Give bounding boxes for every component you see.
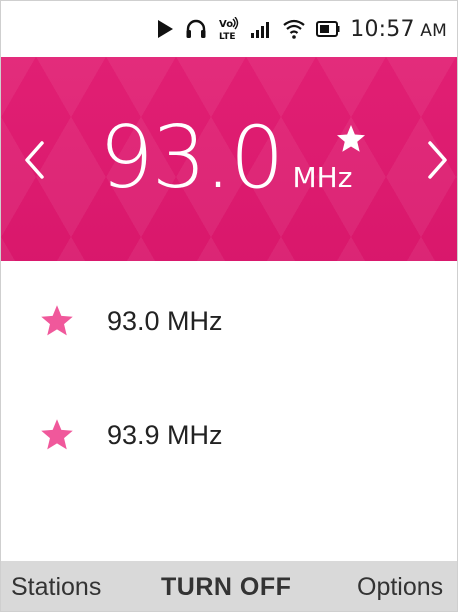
time-value: 10:57 bbox=[350, 16, 415, 42]
volte-icon: Vo LTE bbox=[218, 17, 240, 41]
battery-icon bbox=[316, 17, 340, 41]
chevron-left-icon bbox=[25, 141, 44, 179]
list-item-station-2[interactable]: 93.9 MHz bbox=[1, 405, 457, 465]
status-bar: Vo LTE 10:57 AM bbox=[1, 1, 457, 57]
headphones-icon bbox=[184, 17, 208, 41]
frequency-header: 93.0 MHz bbox=[1, 57, 457, 261]
volte-top: Vo bbox=[219, 19, 233, 30]
list-item-station-1[interactable]: 93.0 MHz bbox=[1, 291, 457, 351]
previous-station-button[interactable] bbox=[19, 137, 49, 183]
options-softkey[interactable]: Options bbox=[357, 573, 443, 602]
station-label: 93.0 MHz bbox=[107, 305, 223, 336]
star-icon bbox=[41, 305, 73, 336]
frequency-unit: MHz bbox=[292, 161, 353, 194]
status-time: 10:57 AM bbox=[350, 17, 447, 42]
turn-off-softkey[interactable]: TURN OFF bbox=[161, 573, 291, 602]
station-label: 93.9 MHz bbox=[107, 419, 223, 450]
softkey-bar: Stations TURN OFF Options bbox=[1, 561, 457, 611]
signal-icon bbox=[250, 17, 272, 41]
chevron-right-icon bbox=[428, 141, 447, 179]
next-station-button[interactable] bbox=[423, 137, 453, 183]
current-frequency: 93.0 MHz bbox=[99, 115, 352, 225]
time-ampm: AM bbox=[415, 21, 447, 41]
fm-radio-screen: Vo LTE 10:57 AM 93.0 MHz 93.0 MHz 93.9 M… bbox=[0, 0, 458, 612]
play-icon bbox=[156, 17, 174, 41]
stations-softkey[interactable]: Stations bbox=[11, 573, 101, 602]
volte-bottom: LTE bbox=[219, 32, 236, 41]
frequency-value: 93.0 bbox=[99, 108, 284, 208]
ampm-label: AM bbox=[420, 20, 447, 41]
star-icon bbox=[41, 419, 73, 450]
favorite-star-icon[interactable] bbox=[335, 123, 367, 155]
wifi-icon bbox=[282, 17, 306, 41]
